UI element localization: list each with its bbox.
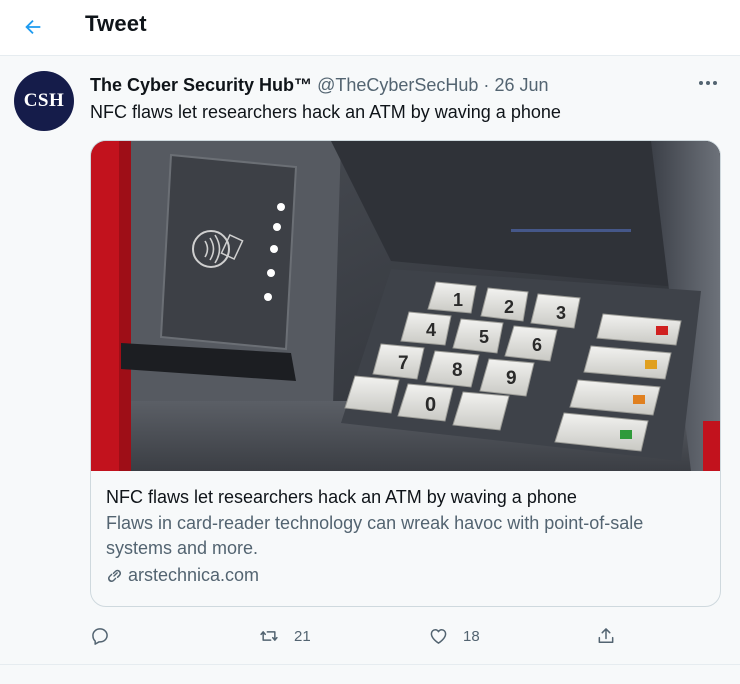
card-title: NFC flaws let researchers hack an ATM by…: [106, 487, 577, 507]
retweet-icon: [260, 631, 278, 641]
atm-keypad-photo: 1 2 3 4 5 6 7 8 9 0: [91, 141, 720, 471]
card-image[interactable]: 1 2 3 4 5 6 7 8 9 0: [91, 141, 720, 471]
svg-text:5: 5: [479, 327, 489, 347]
reply-button[interactable]: [90, 621, 124, 651]
svg-text:7: 7: [398, 353, 409, 374]
page-title: Tweet: [85, 11, 147, 36]
like-button[interactable]: 18: [428, 621, 480, 651]
arrow-left-icon: [25, 19, 41, 35]
like-count: 18: [463, 627, 480, 645]
meta-separator: ·: [483, 75, 490, 95]
svg-text:9: 9: [506, 368, 517, 389]
link-card[interactable]: 1 2 3 4 5 6 7 8 9 0 NFC flaws let resear…: [90, 140, 721, 607]
svg-text:6: 6: [532, 335, 542, 355]
back-button[interactable]: [14, 8, 52, 46]
header-bar: Tweet: [0, 0, 740, 56]
svg-text:1: 1: [453, 290, 463, 310]
share-button[interactable]: [596, 621, 616, 651]
svg-text:3: 3: [556, 303, 566, 323]
retweet-button[interactable]: 21: [258, 621, 311, 651]
tweet-actions: 21 18: [90, 621, 630, 651]
heart-icon: [430, 629, 447, 644]
card-domain-row: arstechnica.com: [106, 563, 707, 588]
avatar-text: CSH: [23, 90, 65, 111]
tweet-text: NFC flaws let researchers hack an ATM by…: [90, 102, 561, 122]
retweet-count: 21: [294, 627, 311, 645]
avatar[interactable]: CSH: [14, 71, 74, 131]
reply-icon: [92, 628, 108, 645]
svg-text:0: 0: [425, 394, 436, 416]
tweet-meta: The Cyber Security Hub™ @TheCyberSecHub …: [90, 75, 548, 96]
svg-text:2: 2: [504, 297, 514, 317]
card-body[interactable]: NFC flaws let researchers hack an ATM by…: [91, 471, 720, 606]
tweet-date[interactable]: 26 Jun: [494, 75, 548, 95]
more-options-button[interactable]: [696, 71, 720, 95]
svg-text:8: 8: [452, 360, 463, 381]
author-name[interactable]: The Cyber Security Hub™: [90, 75, 312, 95]
more-icon: [699, 81, 717, 85]
link-icon: [108, 569, 122, 583]
tweet[interactable]: CSH The Cyber Security Hub™ @TheCyberSec…: [0, 57, 740, 665]
author-handle[interactable]: @TheCyberSecHub: [317, 75, 478, 95]
share-icon: [598, 628, 614, 643]
svg-text:4: 4: [426, 320, 436, 340]
card-description: Flaws in card-reader technology can wrea…: [106, 513, 644, 558]
card-domain: arstechnica.com: [128, 565, 260, 585]
